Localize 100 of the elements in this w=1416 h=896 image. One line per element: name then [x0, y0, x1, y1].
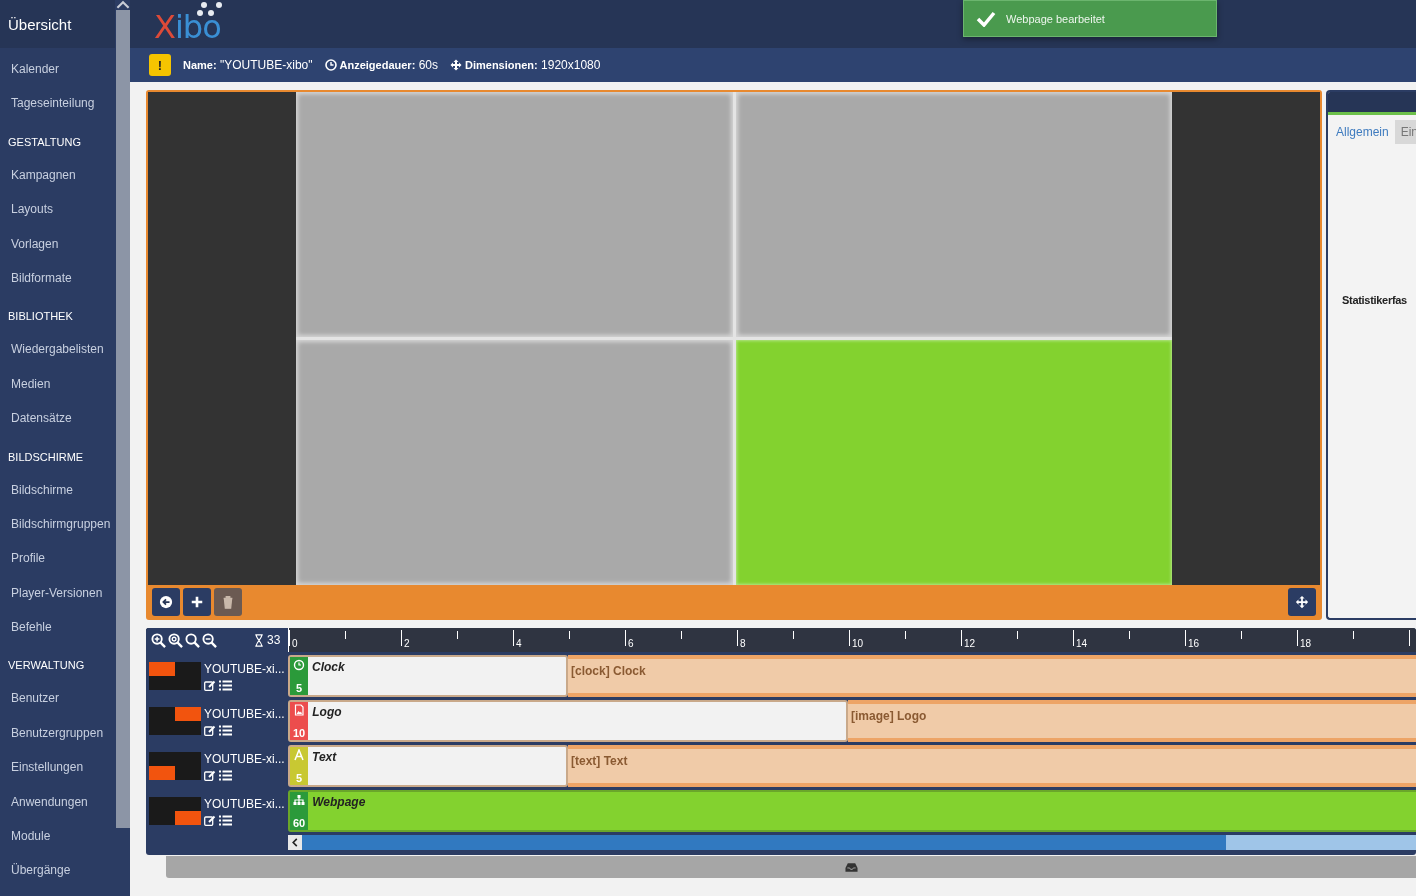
- widget-block[interactable]: 60 Webpage: [288, 790, 1416, 832]
- list-icon[interactable]: [219, 814, 232, 826]
- region-name: YOUTUBE-xi...: [204, 796, 285, 811]
- region-thumbnail: [149, 662, 201, 690]
- edit-icon[interactable]: [204, 769, 216, 781]
- scrollbar-thumb[interactable]: [302, 835, 1226, 850]
- widget-duration: 60: [293, 817, 306, 829]
- sidebar-item[interactable]: Profile: [0, 541, 116, 576]
- sidebar-item[interactable]: Bildformate: [0, 260, 116, 296]
- sidebar-item[interactable]: Player-Versionen: [0, 575, 116, 611]
- logo[interactable]: Xibo: [154, 2, 221, 46]
- widget-duration: 5: [295, 682, 303, 694]
- layout-duration: Anzeigedauer: 60s: [339, 58, 438, 72]
- back-icon: [159, 594, 173, 609]
- tick-label: 2: [404, 638, 410, 649]
- horizontal-scrollbar[interactable]: [288, 835, 1416, 850]
- plus-icon: [190, 594, 204, 609]
- tick-label: 14: [1076, 638, 1088, 649]
- edit-icon[interactable]: [204, 814, 216, 826]
- widget-duration: 10: [293, 727, 306, 739]
- scrollbar[interactable]: [115, 0, 130, 828]
- chevron-left-icon: [292, 838, 298, 847]
- tick-label: 10: [852, 638, 864, 649]
- sidebar-item[interactable]: Module: [0, 819, 116, 854]
- sidebar-item[interactable]: Befehle: [0, 610, 116, 645]
- edit-icon[interactable]: [204, 679, 216, 691]
- region-thumbnail: [149, 707, 201, 735]
- back-button[interactable]: [152, 587, 180, 616]
- arrow-up-icon[interactable]: [116, 0, 130, 10]
- region-name: YOUTUBE-xi...: [204, 661, 285, 676]
- sidebar-item[interactable]: Übergänge: [0, 853, 116, 888]
- magnifier-icon[interactable]: [185, 632, 200, 648]
- image-icon: [293, 704, 306, 716]
- hourglass-icon: [254, 633, 264, 647]
- tick-label: 12: [964, 638, 976, 649]
- widget-block[interactable]: 10 Logo: [288, 700, 848, 742]
- sidebar-title[interactable]: Übersicht: [0, 0, 116, 48]
- add-button[interactable]: [183, 587, 211, 616]
- list-icon[interactable]: [219, 769, 232, 781]
- widget-title: Clock: [311, 659, 345, 676]
- zoom-reset-icon[interactable]: [168, 632, 183, 648]
- loop-label: [image] Logo: [851, 709, 927, 723]
- widget-title: Logo: [311, 704, 342, 721]
- tick-label: 16: [1188, 638, 1200, 649]
- layout-dimensions: Dimensionen: 1920x1080: [465, 58, 601, 72]
- sidebar-item[interactable]: Anwendungen: [0, 784, 116, 820]
- sidebar-item[interactable]: Benutzer: [0, 681, 116, 716]
- sidebar-item[interactable]: Datensätze: [0, 401, 116, 436]
- clock-icon: [324, 59, 337, 71]
- move-icon: [450, 59, 462, 71]
- move-button[interactable]: [1288, 587, 1316, 616]
- tick-label: 4: [516, 638, 522, 649]
- widget-block[interactable]: 5 Text: [288, 745, 568, 787]
- move-icon: [1295, 594, 1309, 609]
- tick-label: 6: [628, 638, 634, 649]
- clock-icon: [293, 659, 305, 671]
- sidebar-item[interactable]: Bildschirme: [0, 472, 116, 507]
- letter-icon: [293, 749, 305, 761]
- sidebar-item[interactable]: Wiedergabelisten: [0, 332, 116, 367]
- section-heading: BILDSCHIRME: [7, 449, 85, 465]
- layout-name: Name: "YOUTUBE-xibo": [183, 58, 313, 72]
- warning-badge[interactable]: !: [149, 54, 171, 76]
- sidebar-item[interactable]: Benutzergruppen: [0, 715, 116, 751]
- sidebar-item[interactable]: Medien: [0, 366, 116, 402]
- loop-label: [clock] Clock: [571, 664, 646, 678]
- sitemap-icon: [293, 794, 306, 806]
- field-label: Statistikerfas: [1341, 293, 1408, 306]
- widget-block[interactable]: 5 Clock: [288, 655, 568, 697]
- region-thumbnail: [149, 797, 201, 825]
- notification-text: Webpage bearbeitet: [1006, 12, 1105, 25]
- tick-label: 0: [292, 638, 298, 649]
- trash-icon: [221, 594, 235, 609]
- widget-title: Webpage: [311, 794, 366, 811]
- sidebar-item[interactable]: Einstellungen: [0, 750, 116, 785]
- edit-icon[interactable]: [204, 724, 216, 736]
- section-heading: BIBLIOTHEK: [7, 309, 74, 325]
- tick-label: 8: [740, 638, 746, 649]
- region-name: YOUTUBE-xi...: [204, 751, 285, 766]
- widget-duration: 5: [295, 772, 303, 784]
- list-icon[interactable]: [219, 724, 232, 736]
- sidebar-item[interactable]: Bildschirmgruppen: [0, 506, 116, 542]
- tick-label: 18: [1300, 638, 1312, 649]
- sidebar-item[interactable]: Kampagnen: [0, 157, 116, 193]
- sidebar-item[interactable]: Kalender: [0, 52, 116, 87]
- checkmark-icon: [976, 10, 996, 27]
- widget-title: Text: [311, 749, 337, 766]
- region-thumbnail: [149, 752, 201, 780]
- sidebar-item[interactable]: Layouts: [0, 192, 116, 227]
- sidebar-item[interactable]: Vorlagen: [0, 226, 116, 261]
- loop-label: [text] Text: [571, 754, 628, 768]
- scroll-left-button[interactable]: [288, 835, 302, 850]
- section-heading: GESTALTUNG: [7, 134, 82, 150]
- sidebar-item[interactable]: Tageseinteilung: [0, 86, 116, 121]
- list-icon[interactable]: [219, 679, 232, 691]
- section-heading: VERWALTUNG: [7, 658, 86, 674]
- layout-duration: 33: [267, 633, 281, 647]
- region-name: YOUTUBE-xi...: [204, 706, 285, 721]
- zoom-out-icon[interactable]: [202, 632, 217, 648]
- zoom-in-icon[interactable]: [151, 632, 166, 648]
- inbox-icon[interactable]: [844, 861, 858, 873]
